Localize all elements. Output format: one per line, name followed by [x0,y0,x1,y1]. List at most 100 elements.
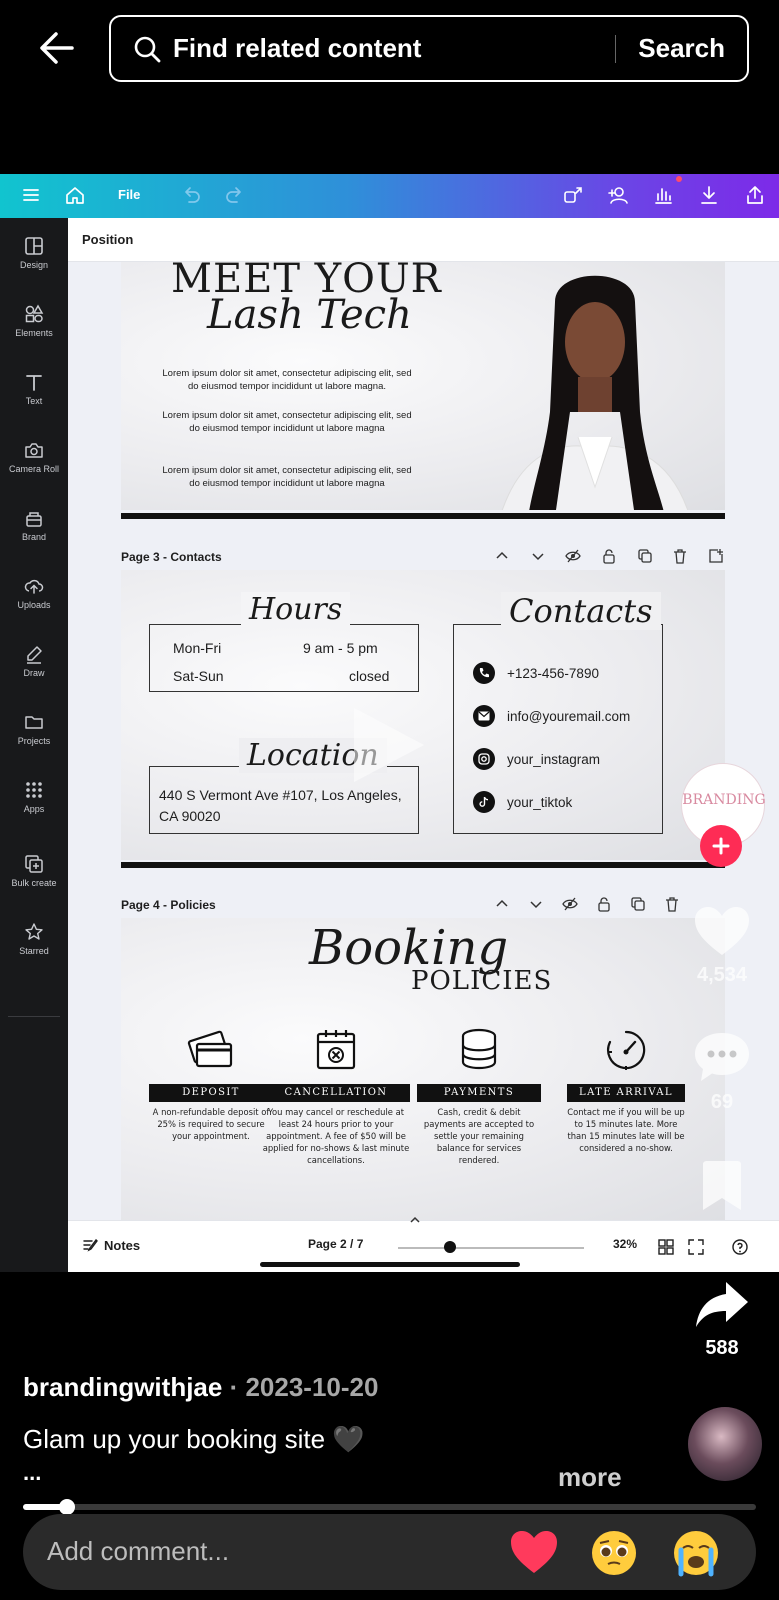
star-icon [25,923,43,940]
lash-tech-script: Lash Tech [207,292,412,338]
sidebar-item-elements[interactable]: Elements [0,304,68,338]
follow-button[interactable] [700,825,742,867]
pleading-face-emoji-button[interactable] [589,1528,639,1578]
caption-header: brandingwithjae · 2023-10-20 [23,1372,378,1403]
chevron-up-icon[interactable] [408,1215,422,1225]
delete-icon[interactable] [672,548,688,564]
resize-icon[interactable] [562,184,584,206]
zoom-level[interactable]: 32% [613,1237,637,1251]
undo-icon[interactable] [180,184,202,206]
redo-icon[interactable] [224,184,246,206]
username-link[interactable]: brandingwithjae [23,1372,222,1402]
sidebar-item-apps[interactable]: Apps [0,780,68,814]
share-button[interactable]: 588 [686,1280,758,1360]
comment-input[interactable]: Add comment... [47,1536,229,1567]
search-input[interactable]: Find related content [173,33,615,64]
insights-icon[interactable] [652,184,674,206]
music-disc-avatar[interactable] [688,1407,762,1481]
menu-icon[interactable] [20,184,42,206]
camera-icon [25,443,43,458]
page-2[interactable]: MEET YOUR Lash Tech Lorem ipsum dolor si… [121,262,725,510]
duplicate-icon[interactable] [637,548,653,564]
hours-days-1: Mon-Fri [173,640,222,656]
like-button[interactable]: 4,534 [686,905,758,987]
save-count: 4,503 [696,1219,748,1241]
crying-face-emoji-button[interactable] [671,1528,721,1578]
comment-bubble-icon [695,1033,749,1081]
caption-text: Glam up your booking site 🖤 [23,1424,365,1454]
file-menu[interactable]: File [118,187,140,202]
lock-icon[interactable] [601,548,617,564]
move-up-icon[interactable] [494,548,510,564]
add-page-icon[interactable] [708,548,724,564]
hide-icon[interactable] [562,896,578,912]
upload-share-icon[interactable] [744,184,766,206]
page-indicator[interactable]: Page 2 / 7 [308,1237,363,1251]
share-people-icon[interactable] [606,184,628,206]
caption-ellipsis: ... [23,1460,42,1485]
policy-deposit: DEPOSIT A non-refundable deposit of 25% … [149,1026,273,1142]
sidebar-item-design[interactable]: Design [0,236,68,270]
heart-icon [695,907,749,955]
contact-instagram: your_instagram [473,748,600,770]
notes-icon [83,1238,98,1252]
instagram-icon [473,748,495,770]
contact-phone: +123-456-7890 [473,662,599,684]
back-arrow-icon[interactable] [36,26,80,70]
sidebar-item-brand[interactable]: Brand [0,508,68,542]
sidebar-item-draw[interactable]: Draw [0,644,68,678]
text-icon [26,375,42,391]
home-icon[interactable] [64,184,86,206]
download-icon[interactable] [698,184,720,206]
hide-icon[interactable] [565,548,582,564]
hours-time-2: closed [349,668,390,684]
canva-sidebar: Design Elements Text Camera Roll Brand U… [0,218,68,1272]
comment-button[interactable]: 69 [686,1030,758,1114]
save-button[interactable]: 4,503 [686,1160,758,1242]
play-icon[interactable] [348,702,428,788]
position-button[interactable]: Position [82,232,133,247]
design-icon [25,237,43,255]
search-button[interactable]: Search [616,33,747,64]
notes-button[interactable]: Notes [82,1237,140,1253]
comment-count: 69 [710,1091,734,1113]
more-link[interactable]: more [558,1462,622,1493]
lock-icon[interactable] [596,896,612,912]
move-up-icon[interactable] [494,896,510,912]
sidebar-item-uploads[interactable]: Uploads [0,576,68,610]
page-3-bottom-bar [121,862,725,868]
calendar-cancel-icon [316,1030,356,1070]
contacts-script: Contacts [501,592,661,630]
comment-bar[interactable]: Add comment... [23,1514,756,1590]
zoom-slider[interactable] [398,1247,584,1249]
sidebar-item-bulk-create[interactable]: Bulk create [0,854,68,888]
grid-view-icon[interactable] [658,1239,674,1255]
policies-title: POLICIES [411,966,553,996]
page-4[interactable]: Booking POLICIES DEPOSIT A non-refundabl… [121,918,725,1220]
like-count: 4,534 [696,964,748,986]
hours-script: Hours [241,592,351,627]
heart-emoji-button[interactable] [509,1528,559,1578]
apps-grid-icon [26,782,42,798]
cloud-upload-icon [24,579,44,594]
lash-tech-portrait [501,275,689,510]
search-bar[interactable]: Find related content Search [109,15,749,82]
video-progress-handle[interactable] [58,1499,75,1515]
move-down-icon[interactable] [528,896,544,912]
sidebar-item-starred[interactable]: Starred [0,922,68,956]
zoom-slider-handle[interactable] [444,1241,456,1253]
sidebar-item-projects[interactable]: Projects [0,712,68,746]
duplicate-icon[interactable] [630,896,646,912]
video-frame[interactable]: File Design Elements Text Camera Roll Br… [0,174,779,1272]
plus-icon [712,837,730,855]
delete-icon[interactable] [664,896,680,912]
canva-toolbar: File [0,174,779,218]
sidebar-item-text[interactable]: Text [0,372,68,406]
policy-cancellation: CANCELLATION You may cancel or reschedul… [262,1026,410,1166]
intro-paragraph-3: Lorem ipsum dolor sit amet, consectetur … [162,465,412,489]
video-progress-bar[interactable] [23,1499,756,1515]
hours-time-1: 9 am - 5 pm [303,640,378,656]
move-down-icon[interactable] [530,548,546,564]
sidebar-item-camera-roll[interactable]: Camera Roll [0,440,68,474]
contact-tiktok: your_tiktok [473,791,572,813]
